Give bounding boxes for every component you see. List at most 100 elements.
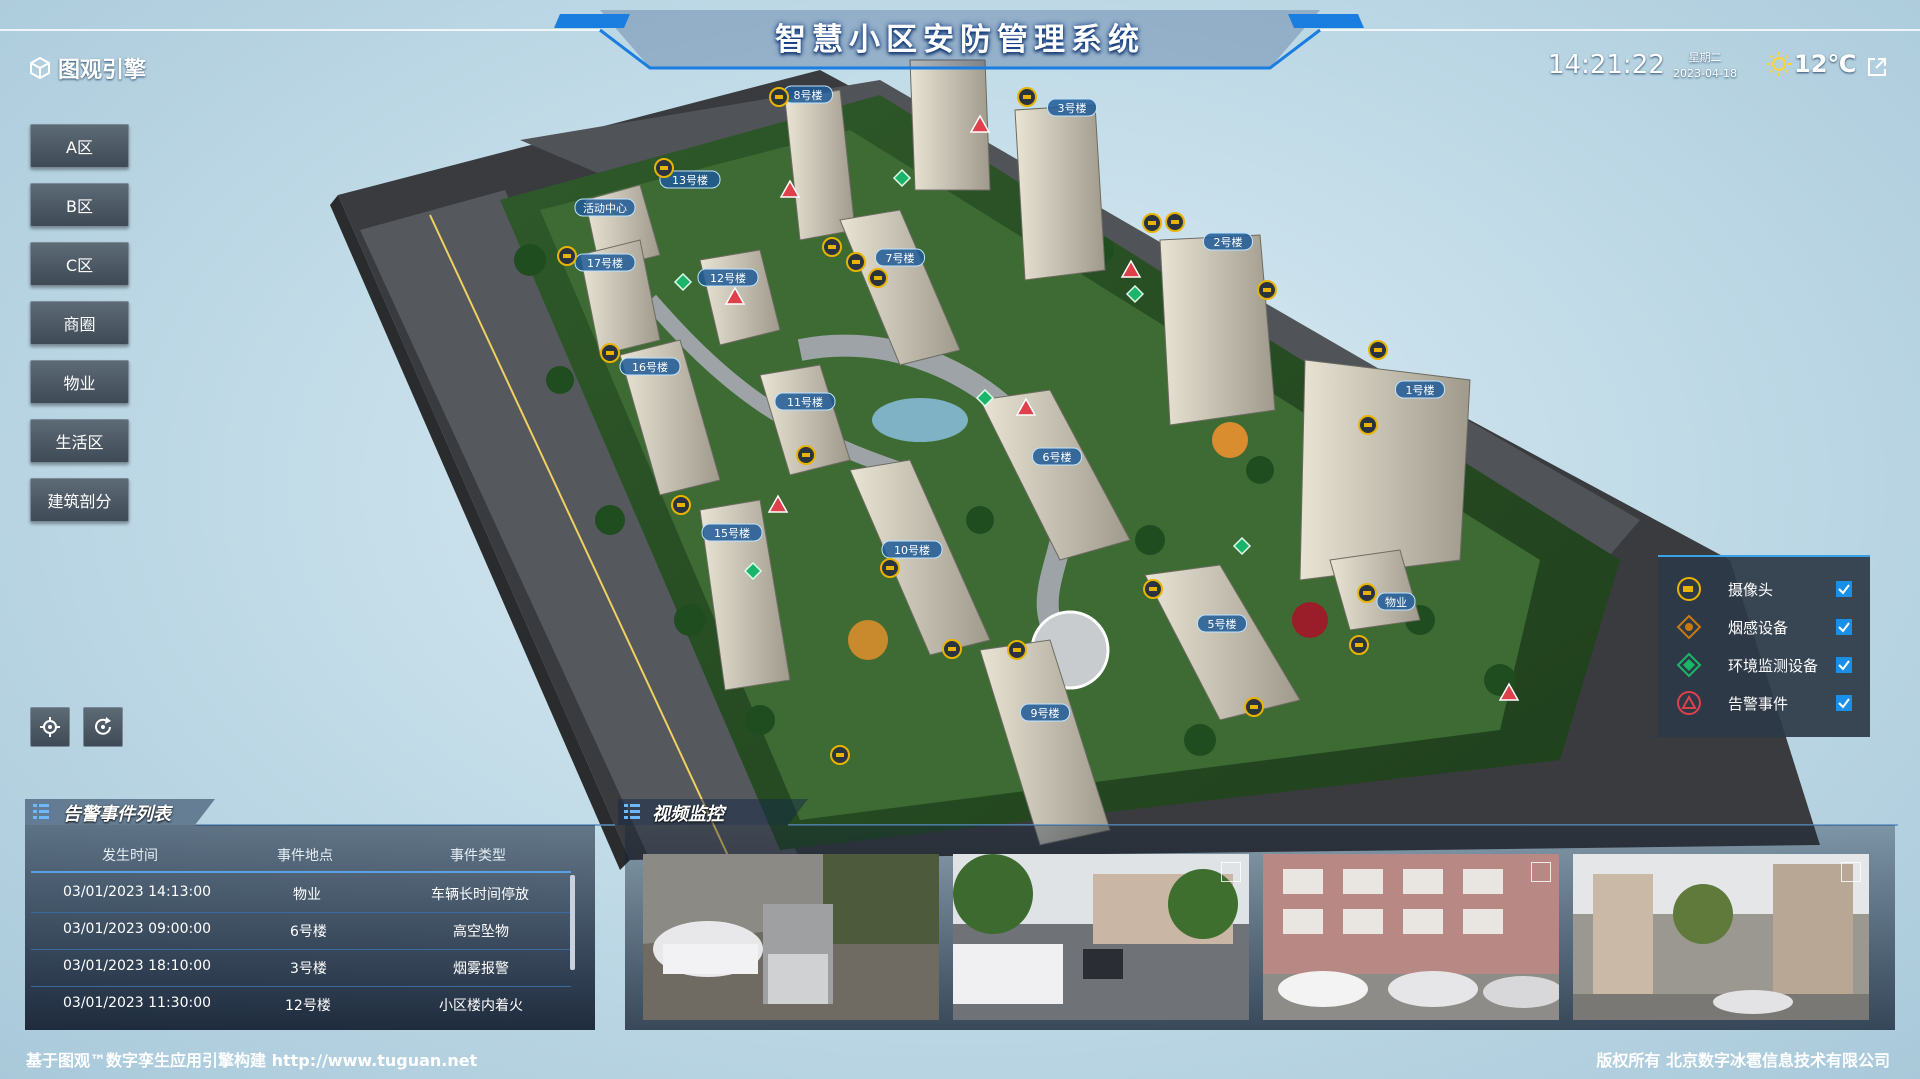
svg-text:15号楼: 15号楼 (714, 526, 750, 540)
building-label[interactable]: 17号楼 (574, 253, 636, 272)
row-divider (31, 949, 571, 950)
logo-text: 图观引擎 (58, 58, 147, 83)
legend-label: 告警事件 (1728, 694, 1789, 713)
cell-type: 车辆长时间停放 (431, 887, 529, 903)
table-row[interactable]: 03/01/2023 11:30:00 12号楼 小区楼内着火 (25, 988, 570, 1018)
video-feed-2[interactable] (953, 854, 1249, 1020)
column-header-location: 事件地点 (277, 848, 333, 864)
camera-marker[interactable] (1143, 579, 1163, 599)
building-label[interactable]: 2号楼 (1203, 232, 1253, 251)
svg-text:3号楼: 3号楼 (1058, 101, 1087, 115)
legend-item-smoke[interactable]: 烟感设备 (1676, 614, 1856, 640)
nav-button-business[interactable]: 商圈 (30, 301, 129, 345)
building-label[interactable]: 1号楼 (1395, 380, 1445, 399)
video-feed-4[interactable] (1573, 854, 1869, 1020)
external-link-icon[interactable] (1866, 56, 1888, 78)
camera-marker[interactable] (1358, 415, 1378, 435)
svg-text:8号楼: 8号楼 (794, 88, 823, 102)
svg-text:物业: 物业 (1385, 595, 1407, 609)
expand-icon[interactable] (1531, 862, 1551, 882)
table-row[interactable]: 03/01/2023 09:00:00 6号楼 高空坠物 (25, 914, 570, 944)
camera-marker[interactable] (846, 252, 866, 272)
refresh-icon (95, 717, 111, 735)
building-label[interactable]: 活动中心 (574, 198, 636, 217)
camera-marker[interactable] (600, 343, 620, 363)
video-panel-title: 视频监控 (652, 804, 724, 825)
expand-icon[interactable] (1221, 862, 1241, 882)
table-scrollbar[interactable] (570, 875, 575, 970)
legend-item-alarm[interactable]: 告警事件 (1676, 690, 1856, 716)
camera-marker[interactable] (671, 495, 691, 515)
building-label[interactable]: 11号楼 (774, 392, 836, 411)
legend-checkbox[interactable] (1836, 657, 1852, 673)
camera-marker[interactable] (654, 158, 674, 178)
cell-location: 6号楼 (290, 924, 327, 940)
cell-location: 3号楼 (290, 961, 327, 977)
building-label[interactable]: 12号楼 (697, 268, 759, 287)
camera-marker[interactable] (557, 246, 577, 266)
table-row[interactable]: 03/01/2023 14:13:00 物业 车辆长时间停放 (25, 877, 570, 907)
nav-button-a-zone[interactable]: A区 (30, 124, 129, 168)
camera-marker[interactable] (796, 445, 816, 465)
row-divider (31, 912, 571, 913)
legend-checkbox[interactable] (1836, 695, 1852, 711)
legend-checkbox[interactable] (1836, 619, 1852, 635)
footer-credit: 基于图观™数字孪生应用引擎构建 http://www.tuguan.net (26, 1051, 478, 1070)
building-label[interactable]: 9号楼 (1020, 703, 1070, 722)
building-label[interactable]: 5号楼 (1197, 614, 1247, 633)
video-feed-3[interactable] (1263, 854, 1559, 1020)
camera-marker[interactable] (1349, 635, 1369, 655)
camera-marker[interactable] (880, 558, 900, 578)
camera-marker[interactable] (822, 237, 842, 257)
camera-marker[interactable] (1357, 583, 1377, 603)
footer-copyright: 版权所有 北京数字冰雹信息技术有限公司 (1596, 1051, 1890, 1070)
camera-marker[interactable] (1017, 87, 1037, 107)
camera-marker[interactable] (769, 87, 789, 107)
cell-time: 03/01/2023 09:00:00 (63, 921, 212, 937)
alarm-panel-title: 告警事件列表 (63, 804, 171, 825)
camera-marker[interactable] (1368, 340, 1388, 360)
building-label[interactable]: 10号楼 (881, 540, 943, 559)
cell-type: 小区楼内着火 (439, 998, 523, 1014)
camera-marker[interactable] (942, 639, 962, 659)
camera-marker[interactable] (1142, 213, 1162, 233)
svg-text:6号楼: 6号楼 (1043, 450, 1072, 464)
svg-text:17号楼: 17号楼 (587, 256, 623, 270)
cell-type: 烟雾报警 (453, 961, 509, 977)
svg-text:12号楼: 12号楼 (710, 271, 746, 285)
building-label[interactable]: 15号楼 (701, 523, 763, 542)
building-label[interactable]: 16号楼 (619, 357, 681, 376)
camera-marker[interactable] (830, 745, 850, 765)
cube-logo-icon (30, 56, 50, 80)
svg-text:7号楼: 7号楼 (886, 251, 915, 265)
legend-checkbox[interactable] (1836, 581, 1852, 597)
nav-button-c-zone[interactable]: C区 (30, 242, 129, 286)
nav-button-property[interactable]: 物业 (30, 360, 129, 404)
expand-icon[interactable] (1841, 862, 1861, 882)
crosshair-icon (40, 717, 60, 737)
building-label[interactable]: 7号楼 (875, 248, 925, 267)
table-row[interactable]: 03/01/2023 18:10:00 3号楼 烟雾报警 (25, 951, 570, 981)
video-feed-1[interactable] (643, 854, 939, 1020)
legend-item-camera[interactable]: 摄像头 (1676, 576, 1856, 602)
camera-marker[interactable] (1244, 697, 1264, 717)
row-divider (31, 986, 571, 987)
svg-text:13号楼: 13号楼 (672, 173, 708, 187)
nav-button-building-split[interactable]: 建筑剖分 (30, 478, 129, 522)
camera-marker[interactable] (1257, 280, 1277, 300)
building-label[interactable]: 6号楼 (1032, 447, 1082, 466)
reset-view-button[interactable] (83, 707, 123, 747)
nav-button-b-zone[interactable]: B区 (30, 183, 129, 227)
camera-marker[interactable] (868, 268, 888, 288)
locate-button[interactable] (30, 707, 70, 747)
building-label[interactable]: 物业 (1376, 592, 1416, 611)
building-label[interactable]: 3号楼 (1047, 98, 1097, 117)
date-block: 星期二 2023-04-18 (1665, 50, 1745, 82)
svg-text:16号楼: 16号楼 (632, 360, 668, 374)
temperature: 12℃ (1794, 50, 1857, 78)
legend-item-environment[interactable]: 环境监测设备 (1676, 652, 1856, 678)
camera-marker[interactable] (1165, 212, 1185, 232)
column-header-type: 事件类型 (450, 848, 506, 864)
camera-marker[interactable] (1007, 640, 1027, 660)
nav-button-living[interactable]: 生活区 (30, 419, 129, 463)
